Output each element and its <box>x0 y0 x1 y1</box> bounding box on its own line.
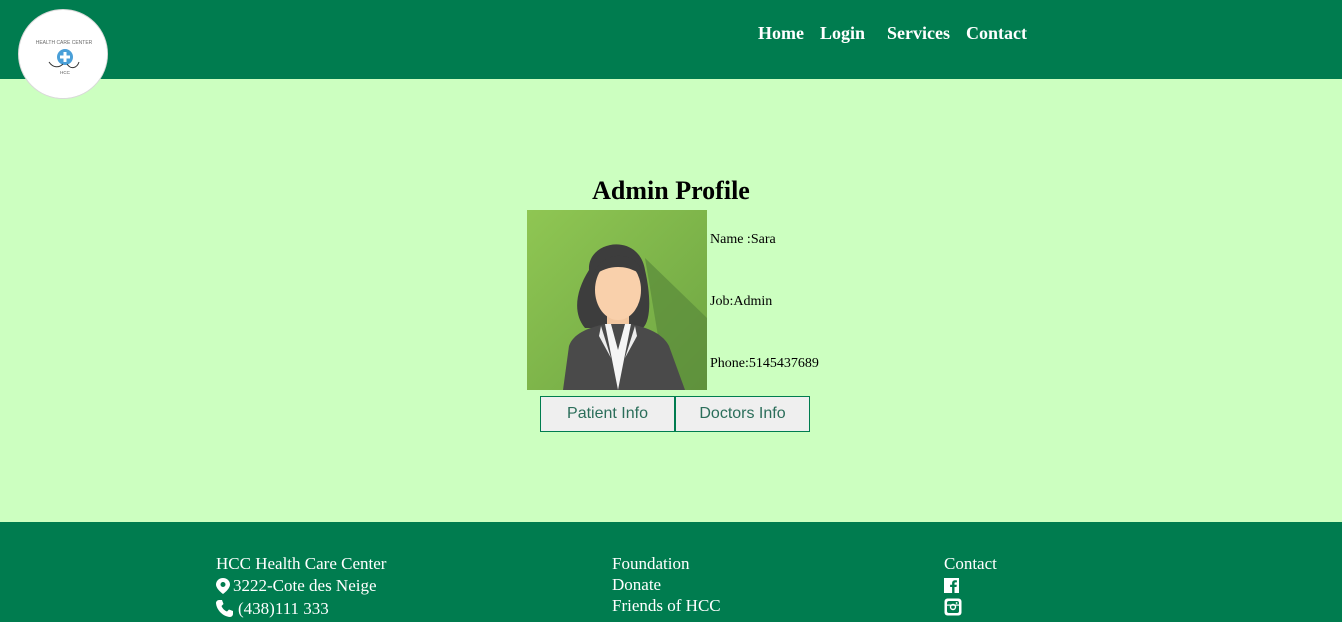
page-title: Admin Profile <box>592 176 750 205</box>
profile-avatar <box>527 210 707 390</box>
footer-col-contact: Contact <box>944 553 997 618</box>
location-pin-icon <box>216 577 230 594</box>
footer: HCC Health Care Center 3222-Cote des Nei… <box>0 522 1342 622</box>
phone-icon <box>216 600 233 617</box>
profile-phone: Phone:5145437689 <box>710 356 819 371</box>
footer-address-text: 3222-Cote des Neige <box>233 576 377 595</box>
profile-name: Name :Sara <box>710 232 776 247</box>
svg-text:HEALTH CARE CENTER: HEALTH CARE CENTER <box>36 40 93 46</box>
nav-services-link[interactable]: Services <box>887 23 950 44</box>
facebook-icon[interactable] <box>944 577 959 593</box>
patient-info-button[interactable]: Patient Info <box>540 396 675 432</box>
footer-center-title: HCC Health Care Center <box>216 554 387 573</box>
nav-login-link[interactable]: Login <box>820 23 865 44</box>
hcc-logo[interactable]: HEALTH CARE CENTER HCC <box>18 9 108 99</box>
footer-donate-link[interactable]: Donate <box>612 574 721 595</box>
profile-actions: Patient Info Doctors Info <box>540 396 810 432</box>
header: HEALTH CARE CENTER HCC Home Login Servic… <box>0 0 1342 99</box>
admin-avatar-icon <box>527 210 707 390</box>
footer-facebook-row <box>944 574 997 596</box>
instagram-icon[interactable] <box>944 598 962 616</box>
footer-phone-text: (438)111 333 <box>238 599 329 618</box>
footer-phone: (438)111 333 <box>216 597 386 620</box>
logo-emblem-icon: HEALTH CARE CENTER HCC <box>20 11 107 98</box>
footer-contact-title: Contact <box>944 554 997 573</box>
profile-job: Job:Admin <box>710 294 773 309</box>
footer-instagram-row <box>944 596 997 618</box>
footer-col-foundation: Foundation Donate Friends of HCC <box>612 553 721 616</box>
footer-col-center-info: HCC Health Care Center 3222-Cote des Nei… <box>216 553 386 620</box>
nav-home-link[interactable]: Home <box>758 23 804 44</box>
doctors-info-button[interactable]: Doctors Info <box>675 396 810 432</box>
nav-contact-link[interactable]: Contact <box>966 23 1027 44</box>
footer-address: 3222-Cote des Neige <box>216 574 386 597</box>
footer-friends-link[interactable]: Friends of HCC <box>612 595 721 616</box>
main-nav: Home Login Services Contact <box>750 21 1035 45</box>
svg-text:HCC: HCC <box>60 70 70 75</box>
footer-foundation-link[interactable]: Foundation <box>612 553 721 574</box>
